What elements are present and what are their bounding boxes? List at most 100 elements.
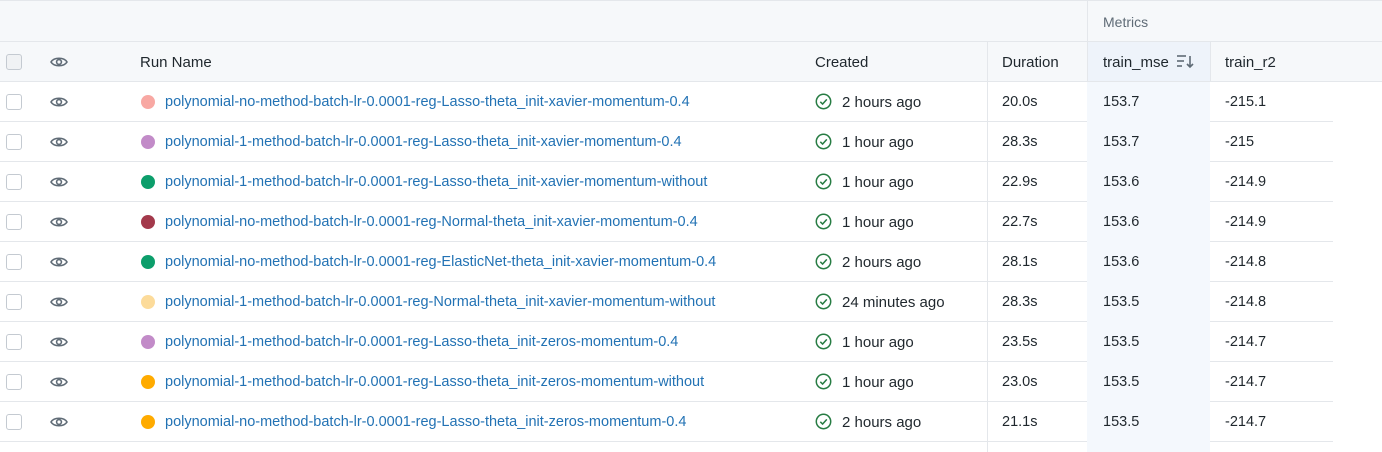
duration-value: 23.0s bbox=[1002, 374, 1038, 390]
sort-descending-icon[interactable] bbox=[1176, 53, 1194, 69]
duration-value: 28.3s bbox=[1002, 134, 1038, 150]
table-row[interactable]: polynomial-no-method-batch-lr-0.0001-reg… bbox=[0, 202, 1333, 242]
column-divider bbox=[1210, 42, 1211, 81]
eye-icon[interactable] bbox=[50, 255, 68, 269]
column-header-duration[interactable]: Duration bbox=[1002, 54, 1059, 71]
row-select-checkbox[interactable] bbox=[6, 374, 22, 390]
column-divider bbox=[987, 162, 988, 202]
row-select-checkbox[interactable] bbox=[6, 294, 22, 310]
train-r2-value: -214.7 bbox=[1225, 374, 1267, 390]
status-success-icon bbox=[815, 333, 832, 350]
table-row[interactable]: polynomial-no-method-batch-lr-0.0001-reg… bbox=[0, 402, 1333, 442]
train-r2-value: -214.8 bbox=[1225, 254, 1267, 270]
sorted-column-highlight bbox=[1087, 442, 1210, 452]
row-select-checkbox[interactable] bbox=[6, 94, 22, 110]
train-mse-value: 153.7 bbox=[1103, 94, 1140, 110]
train-r2-value: -215.1 bbox=[1225, 94, 1267, 110]
run-color-dot[interactable] bbox=[141, 415, 155, 429]
train-r2-value: -214.7 bbox=[1225, 334, 1267, 350]
column-divider bbox=[987, 442, 988, 452]
table-row[interactable]: polynomial-no-method-batch-lr-0.0001-reg… bbox=[0, 82, 1333, 122]
column-divider bbox=[987, 402, 988, 442]
table-row[interactable]: polynomial-1-method-batch-lr-0.0001-reg-… bbox=[0, 362, 1333, 402]
column-divider bbox=[987, 322, 988, 362]
created-time: 2 hours ago bbox=[842, 254, 922, 271]
status-success-icon bbox=[815, 173, 832, 190]
column-divider bbox=[987, 82, 988, 122]
column-header-created[interactable]: Created bbox=[815, 54, 868, 71]
status-success-icon bbox=[815, 93, 832, 110]
run-color-dot[interactable] bbox=[141, 135, 155, 149]
status-success-icon bbox=[815, 213, 832, 230]
run-name-link[interactable]: polynomial-no-method-batch-lr-0.0001-reg… bbox=[165, 214, 698, 230]
status-success-icon bbox=[815, 373, 832, 390]
select-all-checkbox[interactable] bbox=[6, 54, 22, 70]
created-time: 2 hours ago bbox=[842, 414, 922, 431]
column-header-run-name[interactable]: Run Name bbox=[140, 54, 212, 71]
created-time: 1 hour ago bbox=[842, 134, 914, 151]
train-mse-value: 153.5 bbox=[1103, 334, 1140, 350]
run-color-dot[interactable] bbox=[141, 375, 155, 389]
eye-icon[interactable] bbox=[50, 55, 68, 69]
run-name-link[interactable]: polynomial-1-method-batch-lr-0.0001-reg-… bbox=[165, 334, 678, 350]
eye-icon[interactable] bbox=[50, 175, 68, 189]
eye-icon[interactable] bbox=[50, 375, 68, 389]
status-success-icon bbox=[815, 413, 832, 430]
run-color-dot[interactable] bbox=[141, 215, 155, 229]
eye-icon[interactable] bbox=[50, 135, 68, 149]
table-row[interactable]: polynomial-1-method-batch-lr-0.0001-reg-… bbox=[0, 282, 1333, 322]
run-name-link[interactable]: polynomial-no-method-batch-lr-0.0001-reg… bbox=[165, 254, 716, 270]
run-name-link[interactable]: polynomial-1-method-batch-lr-0.0001-reg-… bbox=[165, 294, 715, 310]
table-row[interactable]: polynomial-1-method-batch-lr-0.0001-reg-… bbox=[0, 122, 1333, 162]
duration-value: 23.5s bbox=[1002, 334, 1038, 350]
duration-value: 22.7s bbox=[1002, 214, 1038, 230]
train-mse-value: 153.6 bbox=[1103, 174, 1140, 190]
created-time: 2 hours ago bbox=[842, 94, 922, 111]
train-r2-value: -214.9 bbox=[1225, 174, 1267, 190]
row-select-checkbox[interactable] bbox=[6, 134, 22, 150]
train-r2-value: -214.9 bbox=[1225, 214, 1267, 230]
run-name-link[interactable]: polynomial-1-method-batch-lr-0.0001-reg-… bbox=[165, 174, 707, 190]
duration-value: 28.1s bbox=[1002, 254, 1038, 270]
run-color-dot[interactable] bbox=[141, 335, 155, 349]
column-divider bbox=[987, 242, 988, 282]
eye-icon[interactable] bbox=[50, 295, 68, 309]
table-row[interactable]: polynomial-no-method-batch-lr-0.0001-reg… bbox=[0, 242, 1333, 282]
run-name-link[interactable]: polynomial-no-method-batch-lr-0.0001-reg… bbox=[165, 94, 690, 110]
train-mse-value: 153.5 bbox=[1103, 414, 1140, 430]
run-name-link[interactable]: polynomial-1-method-batch-lr-0.0001-reg-… bbox=[165, 134, 682, 150]
eye-icon[interactable] bbox=[50, 215, 68, 229]
created-time: 1 hour ago bbox=[842, 334, 914, 351]
duration-value: 22.9s bbox=[1002, 174, 1038, 190]
eye-icon[interactable] bbox=[50, 415, 68, 429]
created-time: 1 hour ago bbox=[842, 214, 914, 231]
column-header-train-mse[interactable]: train_mse bbox=[1103, 54, 1169, 71]
eye-icon[interactable] bbox=[50, 95, 68, 109]
run-color-dot[interactable] bbox=[141, 175, 155, 189]
run-color-dot[interactable] bbox=[141, 295, 155, 309]
duration-value: 28.3s bbox=[1002, 294, 1038, 310]
run-name-link[interactable]: polynomial-no-method-batch-lr-0.0001-reg… bbox=[165, 414, 686, 430]
column-divider bbox=[987, 42, 988, 81]
column-divider bbox=[987, 202, 988, 242]
table-row[interactable]: polynomial-1-method-batch-lr-0.0001-reg-… bbox=[0, 322, 1333, 362]
table-body: polynomial-no-method-batch-lr-0.0001-reg… bbox=[0, 82, 1382, 442]
runs-table: Metrics Run Name Created Duration train_… bbox=[0, 0, 1382, 452]
created-time: 1 hour ago bbox=[842, 174, 914, 191]
column-divider bbox=[987, 362, 988, 402]
run-color-dot[interactable] bbox=[141, 95, 155, 109]
eye-icon[interactable] bbox=[50, 335, 68, 349]
table-row[interactable]: polynomial-1-method-batch-lr-0.0001-reg-… bbox=[0, 162, 1333, 202]
row-select-checkbox[interactable] bbox=[6, 254, 22, 270]
duration-value: 20.0s bbox=[1002, 94, 1038, 110]
column-divider bbox=[1087, 1, 1088, 42]
row-select-checkbox[interactable] bbox=[6, 174, 22, 190]
row-select-checkbox[interactable] bbox=[6, 414, 22, 430]
row-select-checkbox[interactable] bbox=[6, 334, 22, 350]
row-select-checkbox[interactable] bbox=[6, 214, 22, 230]
column-header-train-r2[interactable]: train_r2 bbox=[1225, 54, 1276, 71]
run-name-link[interactable]: polynomial-1-method-batch-lr-0.0001-reg-… bbox=[165, 374, 704, 390]
duration-value: 21.1s bbox=[1002, 414, 1038, 430]
run-color-dot[interactable] bbox=[141, 255, 155, 269]
status-success-icon bbox=[815, 253, 832, 270]
